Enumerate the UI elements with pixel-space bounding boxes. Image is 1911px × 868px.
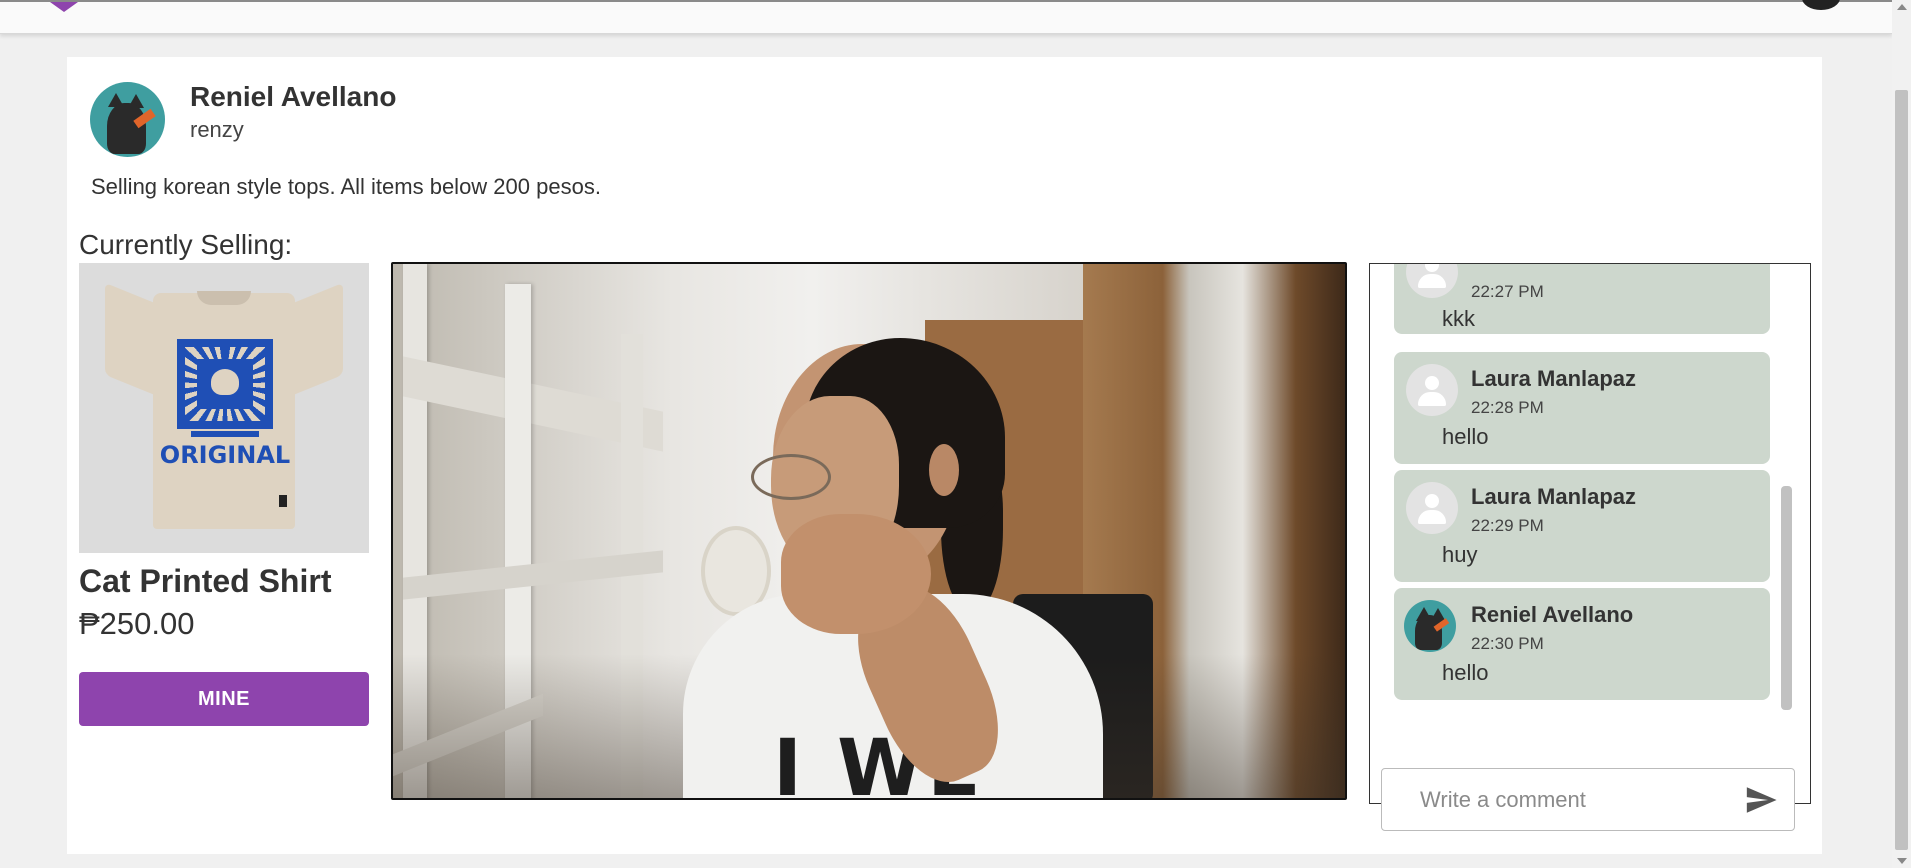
shirt-tag (279, 495, 287, 507)
person-body (1418, 510, 1446, 524)
comment-author: Reniel Avellano (1471, 602, 1634, 627)
mine-button[interactable]: MINE (79, 672, 369, 726)
person-head (1425, 376, 1439, 390)
profile-icon[interactable] (1802, 0, 1840, 10)
comment-time: 22:27 PM (1471, 282, 1544, 301)
comment-text: huy (1442, 542, 1478, 567)
seller-username: renzy (190, 117, 244, 142)
comment-author: Laura Manlapaz (1471, 366, 1637, 391)
person-head (1425, 264, 1439, 272)
cat-figure (106, 103, 146, 154)
video-person-ear (929, 444, 959, 496)
scroll-down-icon[interactable] (1897, 858, 1907, 864)
comment-text: kkk (1442, 306, 1475, 331)
comment-input-box[interactable] (1381, 768, 1795, 831)
currently-selling-heading: Currently Selling: (79, 229, 293, 260)
video-person-glasses (751, 454, 831, 500)
person-head (1425, 494, 1439, 508)
seller-name[interactable]: Reniel Avellano (190, 81, 396, 113)
comment-text: hello (1442, 424, 1489, 449)
comment-item: 22:27 PM kkk (1394, 264, 1770, 334)
comment-item: Laura Manlapaz 22:29 PM huy (1394, 470, 1770, 582)
comment-item: Laura Manlapaz 22:28 PM hello (1394, 352, 1770, 464)
live-selling-card: Reniel Avellano renzy Selling korean sty… (67, 57, 1822, 854)
comment-author: Laura Manlapaz (1471, 484, 1637, 509)
page-scroll-thumb[interactable] (1895, 90, 1908, 850)
comment-time: 22:28 PM (1471, 398, 1544, 417)
send-button[interactable] (1744, 783, 1778, 817)
seller-avatar[interactable] (90, 82, 165, 157)
product-image: ORIGINAL (79, 263, 369, 553)
product-price: ₱250.00 (79, 606, 195, 641)
seller-description: Selling korean style tops. All items bel… (91, 174, 601, 199)
send-icon (1746, 787, 1777, 813)
scroll-up-icon[interactable] (1897, 4, 1907, 10)
shirt-print-inner (197, 359, 253, 409)
shirt-illustration: ORIGINAL (105, 282, 343, 531)
person-body (1418, 274, 1446, 288)
product-name: Cat Printed Shirt (79, 563, 332, 599)
comment-input[interactable] (1420, 781, 1730, 819)
shirt-print-stripe (191, 431, 259, 437)
comment-time: 22:30 PM (1471, 634, 1544, 653)
logo-icon[interactable] (50, 2, 78, 12)
person-icon (1406, 482, 1458, 534)
video-person-hand (781, 514, 931, 634)
person-icon (1406, 264, 1458, 298)
comments-scrollbar[interactable] (1781, 486, 1792, 710)
cat-figure (1415, 614, 1443, 650)
live-video-stream[interactable]: I WE (391, 262, 1347, 800)
comment-time: 22:29 PM (1471, 516, 1544, 535)
comment-text: hello (1442, 660, 1489, 685)
shirt-collar (197, 291, 251, 305)
person-icon (1406, 364, 1458, 416)
page-scrollbar[interactable] (1892, 0, 1911, 868)
top-navbar (0, 0, 1892, 34)
person-body (1418, 392, 1446, 406)
shirt-print-text: ORIGINAL (159, 441, 291, 469)
comments-panel[interactable]: 22:27 PM kkk Laura Manlapaz 22:28 PM hel… (1369, 263, 1811, 804)
comment-item: Reniel Avellano 22:30 PM hello (1394, 588, 1770, 700)
shirt-print-cat (211, 369, 239, 395)
commenter-avatar[interactable] (1404, 600, 1456, 652)
shirt-print (177, 339, 273, 429)
